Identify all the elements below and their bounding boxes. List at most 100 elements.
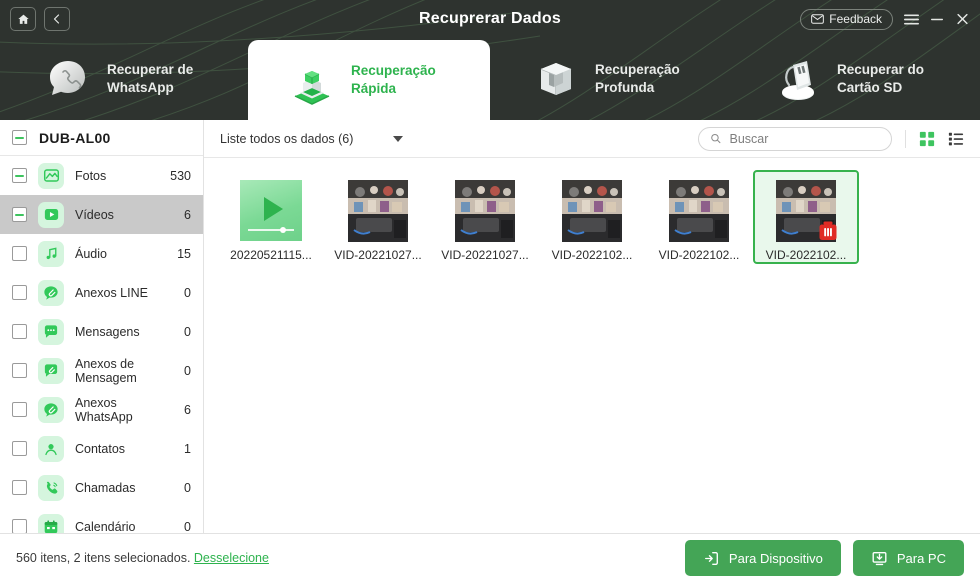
minimize-icon: [931, 18, 943, 20]
calendar-icon: [38, 513, 64, 533]
feedback-button[interactable]: Feedback: [800, 8, 893, 30]
sidebar-item-anexos-de-mensagem[interactable]: Anexos de Mensagem 0: [0, 351, 203, 390]
category-checkbox[interactable]: [12, 402, 27, 417]
sidebar-item-anexos-whatsapp[interactable]: Anexos WhatsApp 6: [0, 390, 203, 429]
category-label: Anexos LINE: [75, 285, 148, 300]
tab-recuperacao-rapida[interactable]: Recuperação Rápida: [248, 40, 490, 120]
device-row[interactable]: DUB-AL00: [0, 120, 203, 156]
category-label: Fotos: [75, 168, 107, 183]
grid-item-selected[interactable]: VID-2022102...: [753, 170, 859, 264]
selection-status-text: 560 itens, 2 itens selecionados.: [16, 551, 191, 565]
category-checkbox[interactable]: [12, 363, 27, 378]
video-thumbnail: [348, 180, 408, 242]
sidebar-item-videos[interactable]: Vídeos 6: [0, 195, 203, 234]
device-name: DUB-AL00: [39, 129, 111, 146]
title-bar: Recuprerar Dados Feedback: [0, 0, 980, 38]
sidebar-item-calendario[interactable]: Calendário 0: [0, 507, 203, 533]
minimize-button[interactable]: [930, 13, 944, 26]
category-label: Vídeos: [75, 207, 114, 222]
green-cube-icon: [294, 71, 330, 105]
category-label: Chamadas: [75, 480, 136, 495]
envelope-icon: [811, 14, 825, 24]
home-icon: [17, 14, 29, 24]
tab-label: Recuperação Rápida: [351, 63, 436, 96]
category-checkbox[interactable]: [12, 324, 27, 339]
sidebar-item-anexos-line[interactable]: Anexos LINE 0: [0, 273, 203, 312]
thumbnail-image: [348, 180, 408, 242]
content-panel: Liste todos os dados (6) Buscar 20220521…: [204, 120, 980, 533]
grid-item-name: VID-2022102...: [658, 248, 740, 262]
search-input[interactable]: [729, 131, 880, 146]
search-box[interactable]: [698, 126, 892, 151]
grid-item[interactable]: VID-2022102...: [646, 170, 752, 264]
window-controls: Feedback: [800, 8, 970, 30]
category-checkbox[interactable]: [12, 246, 27, 261]
category-label: Mensagens: [75, 324, 140, 339]
filter-dropdown[interactable]: Liste todos os dados (6): [220, 131, 404, 146]
main-tabs: Recuperar de WhatsApp Recuperação Rápida: [0, 38, 980, 120]
grid-item[interactable]: VID-2022102...: [539, 170, 645, 264]
back-button[interactable]: [44, 7, 70, 31]
to-device-button[interactable]: Para Dispositivo: [684, 540, 841, 576]
to-pc-button[interactable]: Para PC: [852, 540, 964, 576]
deselect-link[interactable]: Desselecione: [194, 551, 269, 565]
photo-icon: [38, 162, 64, 189]
app-header: Recuprerar Dados Feedback Recuperar de W…: [0, 0, 980, 120]
message-icon: [38, 318, 64, 345]
category-count: 0: [184, 324, 191, 339]
close-button[interactable]: [955, 12, 970, 26]
scrub-bar: [248, 227, 294, 234]
toolbar-right: [698, 126, 964, 151]
category-label: Contatos: [75, 441, 126, 456]
grid-item-name: VID-20221027...: [334, 248, 422, 262]
grid-item[interactable]: VID-20221027...: [432, 170, 538, 264]
grid-view-button[interactable]: [919, 131, 935, 147]
gray-box-icon: [540, 63, 572, 95]
hamburger-menu-icon: [904, 13, 919, 24]
grid-item[interactable]: 20220521115...: [218, 170, 324, 264]
category-checkbox[interactable]: [12, 168, 27, 183]
category-count: 6: [184, 207, 191, 222]
category-count: 0: [184, 519, 191, 534]
tab-recuperar-whatsapp[interactable]: Recuperar de WhatsApp: [4, 38, 246, 120]
tab-recuperacao-profunda[interactable]: Recuperação Profunda: [492, 38, 734, 120]
category-label: Áudio: [75, 246, 107, 261]
video-icon: [38, 201, 64, 228]
device-checkbox[interactable]: [12, 130, 27, 145]
feedback-label: Feedback: [829, 12, 882, 26]
category-checkbox[interactable]: [12, 519, 27, 533]
sidebar-item-fotos[interactable]: Fotos 530: [0, 156, 203, 195]
tab-label: Recuperar de WhatsApp: [107, 62, 194, 95]
close-icon: [957, 13, 968, 25]
video-thumbnail: [776, 180, 837, 242]
toolbar-divider: [905, 129, 906, 148]
thumbnail-image: [455, 180, 515, 242]
video-thumbnail: [669, 180, 729, 242]
footer-bar: 560 itens, 2 itens selecionados. Dessele…: [0, 533, 980, 582]
export-to-pc-icon: [872, 551, 887, 565]
sidebar-item-mensagens[interactable]: Mensagens 0: [0, 312, 203, 351]
home-button[interactable]: [10, 7, 36, 31]
list-view-button[interactable]: [948, 131, 964, 147]
sidebar-item-audio[interactable]: Áudio 15: [0, 234, 203, 273]
menu-button[interactable]: [904, 13, 919, 26]
call-icon: [38, 474, 64, 501]
filter-label: Liste todos os dados (6): [220, 131, 354, 146]
chevron-down-icon: [393, 135, 404, 142]
category-checkbox[interactable]: [12, 285, 27, 300]
category-checkbox[interactable]: [12, 207, 27, 222]
thumbnail-image: [562, 180, 622, 242]
category-count: 530: [170, 168, 191, 183]
thumbnail-grid-area: 20220521115... VID-20221027... VID-20221…: [204, 158, 980, 533]
category-checkbox[interactable]: [12, 441, 27, 456]
grid-item[interactable]: VID-20221027...: [325, 170, 431, 264]
sidebar-item-chamadas[interactable]: Chamadas 0: [0, 468, 203, 507]
app-window: Recuprerar Dados Feedback Recuperar de W…: [0, 0, 980, 582]
category-checkbox[interactable]: [12, 480, 27, 495]
sidebar-item-contatos[interactable]: Contatos 1: [0, 429, 203, 468]
contact-icon: [38, 435, 64, 462]
sidebar: DUB-AL00 Fotos 530 Vídeos 6 Áudio 15 Ane…: [0, 120, 204, 533]
app-body: DUB-AL00 Fotos 530 Vídeos 6 Áudio 15 Ane…: [0, 120, 980, 533]
tab-recuperar-cartao-sd[interactable]: Recuperar do Cartão SD: [734, 38, 976, 120]
message-attachment-icon: [38, 357, 64, 384]
